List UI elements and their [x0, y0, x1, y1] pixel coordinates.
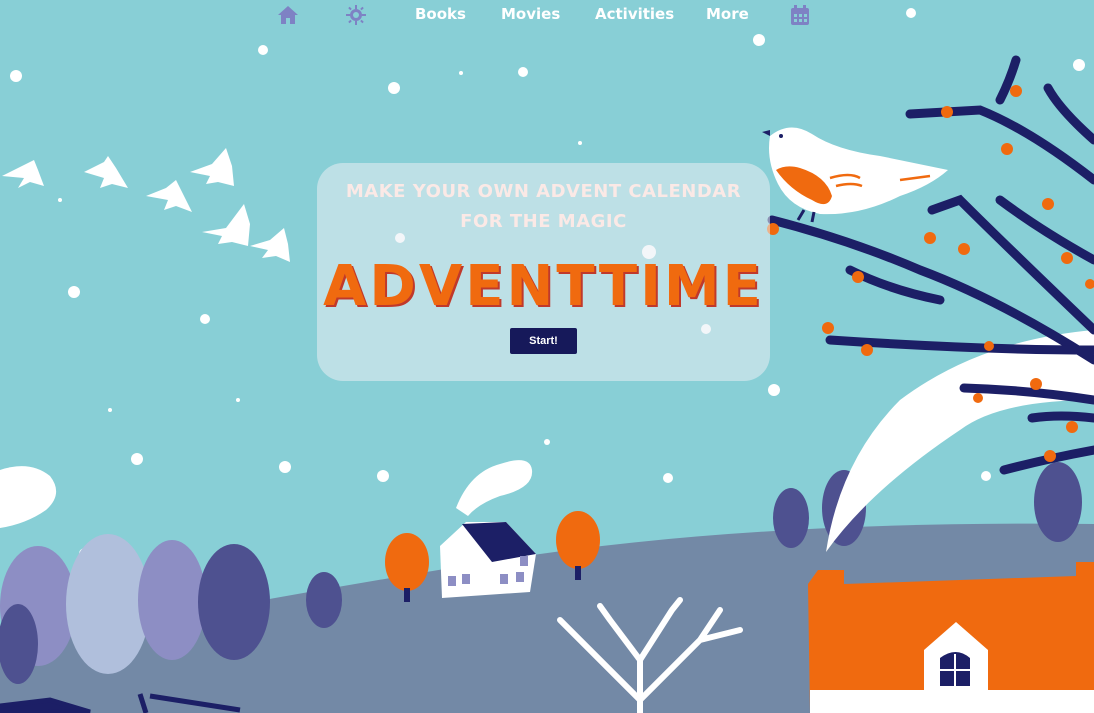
nav-more[interactable]: More [706, 5, 749, 23]
calendar-icon[interactable] [788, 3, 812, 27]
brand-title: ADVENTTIME [323, 254, 764, 319]
nav-books[interactable]: Books [415, 5, 466, 23]
start-button[interactable]: Start! [510, 328, 577, 354]
hero-card: MAKE YOUR OWN ADVENT CALENDAR FOR THE MA… [317, 163, 770, 381]
gear-icon[interactable] [344, 3, 368, 27]
nav-activities[interactable]: Activities [595, 5, 674, 23]
orange-house [808, 562, 1094, 713]
tagline-line-2: FOR THE MAGIC [460, 211, 627, 232]
nav-movies[interactable]: Movies [501, 5, 560, 23]
tagline-line-1: MAKE YOUR OWN ADVENT CALENDAR [345, 181, 742, 202]
hero-tagline: MAKE YOUR OWN ADVENT CALENDAR FOR THE MA… [317, 177, 770, 237]
home-icon[interactable] [276, 3, 300, 27]
